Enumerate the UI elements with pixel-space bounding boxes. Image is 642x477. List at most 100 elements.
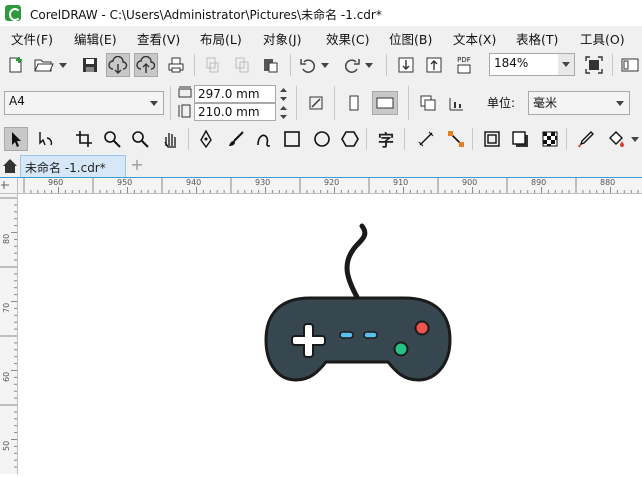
separator [408,86,409,120]
page-width-value: 297.0 mm [198,87,260,101]
separator [366,128,367,150]
menu-layout[interactable]: 布局(L) [200,29,242,48]
property-bar: A4 297.0 mm 210.0 mm 单位: 毫米 [0,82,642,124]
undo-dropdown-icon[interactable] [320,53,330,77]
current-page-icon[interactable] [444,91,468,115]
parallel-dimension-icon[interactable] [414,127,438,151]
document-tab-bar: 未命名 -1.cdr* + [0,154,642,178]
transparency-tool-icon[interactable] [538,127,562,151]
connector-tool-icon[interactable] [444,127,468,151]
eyedropper-icon[interactable] [574,127,598,151]
apply-all-pages-icon[interactable] [416,91,440,115]
print-icon[interactable] [164,53,188,77]
cloud-upload-icon[interactable] [134,53,158,77]
zoom-tool-icon[interactable] [100,127,124,151]
pen-tool-icon[interactable] [194,127,218,151]
separator [188,128,189,150]
interactive-fill-icon[interactable] [604,127,628,151]
brush-tool-icon[interactable] [224,127,248,151]
drawing-canvas[interactable] [18,194,642,474]
separator [404,128,405,150]
width-spin-down-icon[interactable] [276,94,290,103]
menu-view[interactable]: 查看(V) [137,29,180,48]
pick-tool-icon[interactable] [4,127,28,151]
unit-dropdown-icon[interactable] [612,92,628,114]
gamepad-cable [344,223,368,300]
document-tab-label: 未命名 -1.cdr* [25,161,106,175]
height-spin-up-icon[interactable] [276,103,290,112]
horizontal-ruler[interactable]: 960 950 940 930 920 910 900 890 880 [18,178,642,194]
menu-tools[interactable]: 工具(O) [580,29,625,48]
smart-drawing-icon[interactable] [252,127,276,151]
document-tab[interactable]: 未命名 -1.cdr* [20,155,126,177]
menu-edit[interactable]: 编辑(E) [74,29,117,48]
shape-tool-icon[interactable] [34,127,58,151]
home-icon[interactable] [0,154,20,177]
redo-icon[interactable] [340,53,364,77]
open-folder-icon[interactable] [32,53,56,77]
publish-pdf-icon[interactable]: PDF [452,53,476,77]
ruler-h-label: 880 [600,178,616,187]
text-tool-icon[interactable]: 字 [374,127,398,151]
ruler-h-label: 910 [393,178,409,187]
ruler-v-label: 70 [2,302,11,313]
fill-dropdown-icon[interactable] [630,127,640,151]
menu-effects[interactable]: 效果(C) [326,29,369,48]
menu-text[interactable]: 文本(X) [453,29,496,48]
drop-shadow-icon[interactable] [480,127,504,151]
paste-icon[interactable] [258,53,282,77]
menu-file[interactable]: 文件(F) [11,29,53,48]
add-tab-button[interactable]: + [128,155,146,177]
ruler-origin[interactable] [0,178,18,194]
separator [290,54,291,76]
landscape-icon[interactable] [372,91,398,115]
new-document-icon[interactable] [4,53,28,77]
pan-tool-icon[interactable] [158,127,182,151]
separator [334,86,335,120]
width-spin-up-icon[interactable] [276,85,290,94]
options-icon[interactable] [618,53,642,77]
open-dropdown-icon[interactable] [58,53,68,77]
separator [194,54,195,76]
page-size-dropdown-icon[interactable] [146,92,162,114]
ruler-h-label: 890 [531,178,547,187]
portrait-icon[interactable] [342,91,366,115]
copy-icon[interactable] [230,53,254,77]
separator [386,54,387,76]
page-height-input[interactable]: 210.0 mm [194,103,276,121]
pan-zoom-icon[interactable] [128,127,152,151]
gamepad-drawing[interactable] [18,194,642,474]
rectangle-tool-icon[interactable] [280,127,304,151]
import-icon[interactable] [394,53,418,77]
export-icon[interactable] [422,53,446,77]
ruler-v-label: 80 [2,233,11,244]
menu-table[interactable]: 表格(T) [516,29,558,48]
page-size-select[interactable]: A4 [4,91,164,115]
menu-bitmaps[interactable]: 位图(B) [389,29,432,48]
save-icon[interactable] [78,53,102,77]
cloud-download-icon[interactable] [106,53,130,77]
undo-icon[interactable] [296,53,320,77]
polygon-tool-icon[interactable] [338,127,362,151]
all-pages-icon[interactable] [304,91,328,115]
full-screen-icon[interactable] [582,53,606,77]
pdf-label: PDF [457,56,471,64]
height-spin-down-icon[interactable] [276,112,290,121]
cut-icon[interactable] [200,53,224,77]
crop-tool-icon[interactable] [72,127,96,151]
zoom-level-value: 184% [494,56,529,70]
shadow-tool-icon[interactable] [508,127,532,151]
vertical-ruler[interactable]: 80 70 60 50 [0,194,18,474]
ruler-h-label: 920 [324,178,340,187]
separator [472,128,473,150]
ellipse-tool-icon[interactable] [310,127,334,151]
zoom-dropdown-icon[interactable] [558,54,574,75]
ruler-h-label: 950 [117,178,133,187]
redo-dropdown-icon[interactable] [364,53,374,77]
menu-object[interactable]: 对象(J) [263,29,301,48]
menu-bar: 文件(F) 编辑(E) 查看(V) 布局(L) 对象(J) 效果(C) 位图(B… [0,26,642,48]
green-action-button [393,341,409,357]
title-bar: CorelDRAW - C:\Users\Administrator\Pictu… [0,0,642,26]
unit-value: 毫米 [533,96,558,110]
page-width-input[interactable]: 297.0 mm [194,85,276,103]
